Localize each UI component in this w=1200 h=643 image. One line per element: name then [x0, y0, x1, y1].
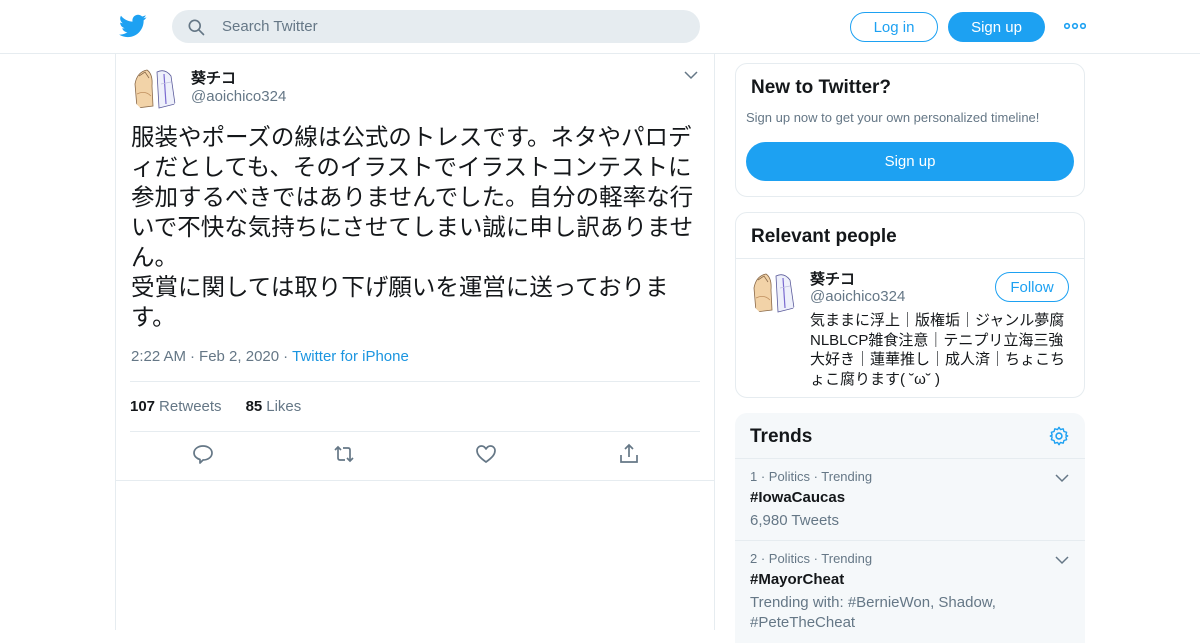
avatar[interactable] — [750, 268, 799, 317]
likes-count: 85 — [245, 398, 263, 415]
chevron-down-icon[interactable] — [684, 70, 698, 80]
sidebar-signup-button[interactable]: Sign up — [746, 142, 1074, 181]
card-title: Trends — [750, 426, 813, 447]
trends-card: Trends 1 · Politics · Trending #IowaCauc… — [735, 413, 1085, 643]
trend-meta: 2 · Politics · Trending — [750, 551, 873, 566]
more-options-icon[interactable] — [1064, 20, 1086, 32]
search-icon — [188, 19, 205, 35]
tweet-meta: 2:22 AM · Feb 2, 2020 · Twitter for iPho… — [131, 348, 409, 365]
divider — [736, 258, 1084, 259]
retweets-label: Retweets — [159, 398, 222, 415]
person-handle[interactable]: @aoichico324 — [810, 288, 905, 305]
trend-item[interactable]: 1 · Politics · Trending #IowaCaucas 6,98… — [735, 458, 1085, 540]
card-title: Relevant people — [751, 226, 897, 247]
top-bar: Log in Sign up — [0, 0, 1200, 54]
search-input[interactable] — [222, 18, 662, 35]
trend-name[interactable]: #MayorCheat — [750, 571, 844, 588]
new-to-twitter-card: New to Twitter? Sign up now to get your … — [735, 63, 1085, 197]
tweet-actions — [116, 438, 714, 474]
signup-button[interactable]: Sign up — [948, 12, 1045, 42]
tweet-source-link[interactable]: Twitter for iPhone — [292, 348, 409, 365]
chevron-down-icon[interactable] — [1055, 473, 1069, 483]
retweet-icon[interactable] — [332, 442, 356, 466]
tweet-stats: 107 Retweets 85 Likes — [130, 381, 700, 432]
tweet-date[interactable]: Feb 2, 2020 — [199, 348, 279, 365]
avatar[interactable] — [131, 64, 180, 113]
display-name[interactable]: 葵チコ — [191, 67, 236, 88]
retweets-stat[interactable]: 107 Retweets — [130, 398, 222, 415]
twitter-logo-icon[interactable] — [118, 12, 148, 40]
card-title: New to Twitter? — [751, 77, 892, 98]
trend-item[interactable]: 2 · Politics · Trending #MayorCheat Tren… — [735, 540, 1085, 643]
person-name[interactable]: 葵チコ — [810, 268, 855, 289]
tweet-time[interactable]: 2:22 AM — [131, 348, 186, 365]
share-icon[interactable] — [617, 442, 641, 466]
search-box[interactable] — [172, 10, 700, 43]
likes-stat[interactable]: 85 Likes — [246, 398, 302, 415]
separator-dot: · — [190, 348, 196, 365]
reply-icon[interactable] — [191, 442, 215, 466]
tweet: 葵チコ @aoichico324 服装やポーズの線は公式のトレスです。ネタやパロ… — [116, 54, 714, 481]
trend-detail: Trending with: #BernieWon, Shadow, #Pete… — [750, 594, 996, 631]
person-bio: 気ままに浮上｜版権垢｜ジャンル夢腐 NLBLCP雑食注意｜テニプリ立海三強大好き… — [810, 312, 1066, 388]
chevron-down-icon[interactable] — [1055, 555, 1069, 565]
retweets-count: 107 — [130, 398, 156, 415]
main-column: 葵チコ @aoichico324 服装やポーズの線は公式のトレスです。ネタやパロ… — [115, 54, 715, 630]
gear-icon[interactable] — [1048, 425, 1070, 447]
separator-dot: · — [283, 348, 289, 365]
user-handle[interactable]: @aoichico324 — [191, 88, 286, 105]
follow-button[interactable]: Follow — [995, 272, 1069, 302]
relevant-people-card: Relevant people 葵チコ @aoichico324 Follow … — [735, 212, 1085, 398]
login-button[interactable]: Log in — [850, 12, 938, 42]
card-subtitle: Sign up now to get your own personalized… — [746, 110, 1040, 125]
like-heart-icon[interactable] — [474, 442, 498, 466]
tweet-text: 服装やポーズの線は公式のトレスです。ネタやパロディだとしても、そのイラストでイラ… — [131, 124, 694, 330]
trend-meta: 1 · Politics · Trending — [750, 469, 873, 484]
likes-label: Likes — [266, 398, 302, 415]
trend-detail: 6,980 Tweets — [750, 512, 839, 529]
trend-name[interactable]: #IowaCaucas — [750, 489, 845, 506]
